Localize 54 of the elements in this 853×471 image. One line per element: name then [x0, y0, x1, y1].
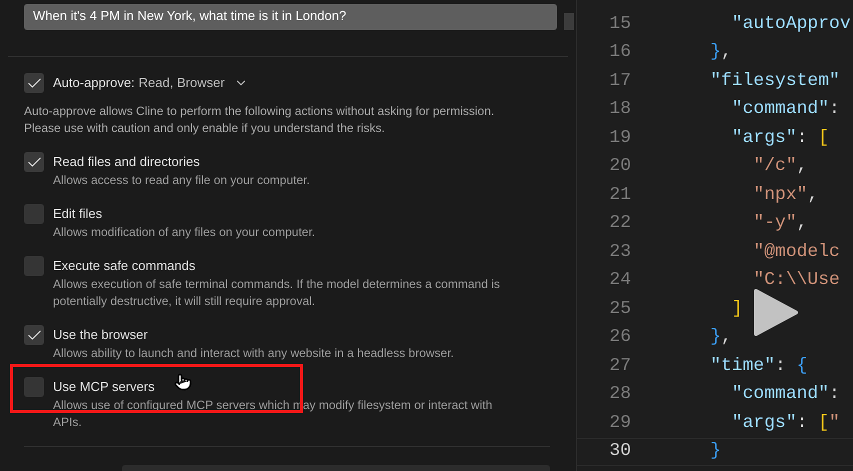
line-number: 19	[608, 126, 632, 150]
line-number: 17	[608, 70, 632, 93]
line-number: 22	[608, 212, 632, 236]
line-number: 29	[608, 412, 632, 435]
checkbox[interactable]	[24, 256, 44, 276]
code-line: }	[709, 440, 722, 464]
option-description: Allows modification of any files on your computer.	[53, 224, 316, 241]
code-line: "@modelc	[752, 240, 840, 264]
option-label[interactable]: Use MCP servers	[53, 377, 523, 397]
checkbox[interactable]	[24, 204, 44, 224]
code-line: "args": ["	[730, 412, 840, 435]
line-number: 20	[608, 155, 632, 178]
line-number: 28	[608, 383, 632, 406]
code-line: "npx",	[752, 184, 818, 207]
auto-approve-summary[interactable]: Read, Browser	[138, 73, 225, 93]
checkbox[interactable]	[24, 377, 44, 397]
code-line: "/c",	[752, 155, 808, 178]
play-icon	[752, 289, 799, 336]
code-line: "time": {	[709, 354, 808, 378]
code-line: ]	[730, 298, 743, 321]
option-label[interactable]: Execute safe commands	[53, 256, 523, 276]
hand-cursor-icon	[174, 373, 192, 391]
code-line: },	[709, 41, 732, 64]
line-number: 18	[608, 98, 632, 122]
code-line: "autoApprov	[730, 12, 851, 36]
line-number: 26	[608, 326, 632, 350]
line-number: 27	[608, 354, 632, 378]
code-line: "filesystem"	[709, 70, 840, 93]
option-label[interactable]: Use the browser	[53, 325, 523, 345]
auto-approve-description: Auto-approve allows Cline to perform the following actions without asking for permission. Please use with caution and only enable if you understand the risks.	[24, 103, 496, 137]
code-line: "-y",	[752, 212, 808, 236]
line-number: 21	[608, 184, 632, 207]
line-number: 15	[608, 12, 632, 36]
option-description: Allows execution of safe terminal commands. If the model determines a command is potentially destructive, it will still require approval.	[53, 276, 501, 310]
chat-input[interactable]: When it's 4 PM in New York, what time is it in London?	[24, 4, 557, 30]
option-label[interactable]: Read files and directories	[53, 152, 523, 172]
option-description: Allows ability to launch and interact with any website in a headless browser.	[53, 345, 455, 362]
line-number: 24	[608, 269, 632, 292]
option-label[interactable]: Edit files	[53, 204, 523, 224]
line-number: 30	[608, 440, 632, 464]
code-line: "command":	[730, 98, 840, 122]
code-line: },	[709, 326, 732, 350]
scrollbar-thumb[interactable]	[564, 13, 574, 30]
checkbox[interactable]	[24, 325, 44, 345]
checkbox[interactable]	[24, 73, 44, 93]
code-line: "C:\\Use	[752, 269, 840, 292]
checkbox[interactable]	[24, 152, 44, 172]
auto-approve-label[interactable]: Auto-approve:	[53, 73, 135, 93]
line-number: 23	[608, 240, 632, 264]
option-description: Allows access to read any file on your computer.	[53, 172, 311, 189]
code-line: "args": [	[730, 126, 830, 150]
code-line: "command":	[730, 383, 840, 406]
line-number: 25	[608, 298, 632, 321]
line-number: 16	[608, 41, 632, 64]
